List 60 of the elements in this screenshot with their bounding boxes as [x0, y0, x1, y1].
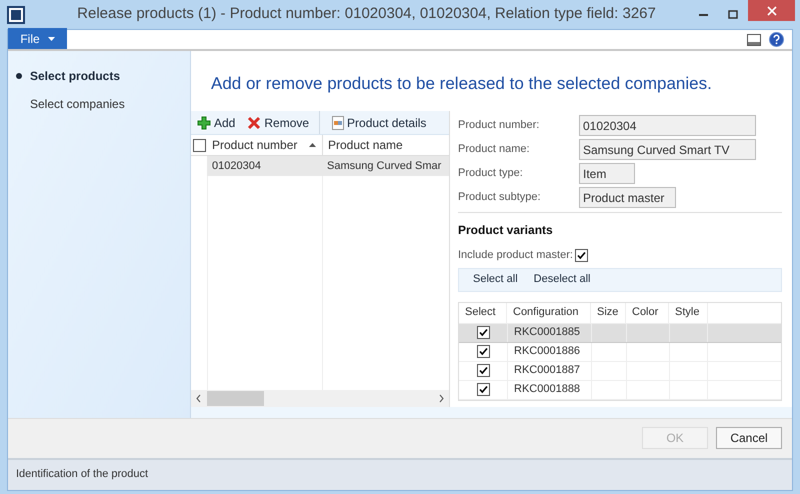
nav-item[interactable]: Select products: [8, 67, 190, 85]
table-row[interactable]: RKC0001887: [459, 362, 781, 380]
toolbar-button[interactable]: Remove: [241, 111, 316, 134]
field-label: Product type:: [458, 166, 524, 182]
column-header[interactable]: Product number: [207, 135, 323, 155]
field-label: Product subtype:: [458, 190, 542, 206]
toolbar-button[interactable]: Select all: [473, 271, 518, 288]
table-cell: RKC0001886: [507, 342, 591, 360]
table-row[interactable]: RKC0001886: [459, 342, 781, 362]
close-icon: [247, 116, 262, 130]
plus-icon: [197, 116, 211, 130]
column-header[interactable]: Style: [669, 302, 708, 322]
table-row[interactable]: RKC0001888: [459, 380, 781, 400]
section-title: Product variants: [458, 222, 554, 239]
text-field[interactable]: Samsung Curved Smart TV: [579, 139, 756, 160]
select-all-checkbox[interactable]: [192, 138, 206, 152]
caret-icon: [48, 36, 55, 40]
horizontal-scrollbar[interactable]: [191, 390, 449, 406]
text-field[interactable]: Product master: [579, 187, 676, 208]
close-icon: [766, 6, 776, 16]
document-icon: [332, 116, 344, 130]
toolbar-button[interactable]: Deselect all: [534, 271, 590, 288]
field-label: Product name:: [458, 142, 531, 158]
column-header[interactable]: Product name: [323, 135, 449, 155]
table-cell-text: Samsung Curved Smar: [326, 158, 442, 174]
toolbar-button[interactable]: Product details: [319, 111, 432, 134]
page-heading: Add or remove products to be released to the selected companies.: [210, 73, 713, 95]
close-button[interactable]: [748, 0, 795, 21]
sort-icon: [309, 143, 316, 147]
field-label: Product number:: [458, 118, 540, 134]
column-header[interactable]: Size: [591, 302, 626, 322]
panel-icon[interactable]: [747, 34, 761, 46]
column-header[interactable]: Select: [459, 302, 507, 322]
file-menu[interactable]: File: [8, 28, 67, 49]
maximize-icon: [728, 10, 738, 20]
window-title: Release products (1) - Product number: 01020304, 01020304, Relation type field: 3267: [76, 4, 657, 24]
table-cell: RKC0001885: [507, 324, 591, 342]
dialog-button[interactable]: Cancel: [716, 427, 782, 449]
field-label: Include product master:: [458, 248, 573, 263]
table-cell: RKC0001887: [507, 362, 591, 380]
checkbox[interactable]: [476, 383, 490, 396]
help-icon[interactable]: [769, 32, 784, 47]
checkbox[interactable]: [574, 248, 588, 262]
app-logo-icon: [7, 6, 25, 24]
minimize-icon: [698, 14, 708, 16]
table-cell-text: 01020304: [211, 158, 262, 174]
table-row[interactable]: RKC0001885: [459, 324, 781, 342]
text-field[interactable]: Item: [579, 163, 635, 184]
text-field[interactable]: 01020304: [579, 115, 756, 136]
toolbar-button[interactable]: Add: [191, 111, 242, 134]
nav-item[interactable]: Select companies: [8, 95, 190, 113]
column-header[interactable]: Color: [626, 302, 669, 322]
status-text: Identification of the product: [16, 467, 148, 482]
column-header[interactable]: Configuration: [507, 302, 591, 322]
table-row[interactable]: 01020304 Samsung Curved Smar: [207, 156, 449, 176]
checkbox[interactable]: [476, 345, 490, 358]
bullet-icon: [16, 73, 22, 79]
checkbox[interactable]: [476, 326, 490, 339]
checkbox[interactable]: [476, 364, 490, 377]
table-cell: RKC0001888: [507, 380, 591, 398]
